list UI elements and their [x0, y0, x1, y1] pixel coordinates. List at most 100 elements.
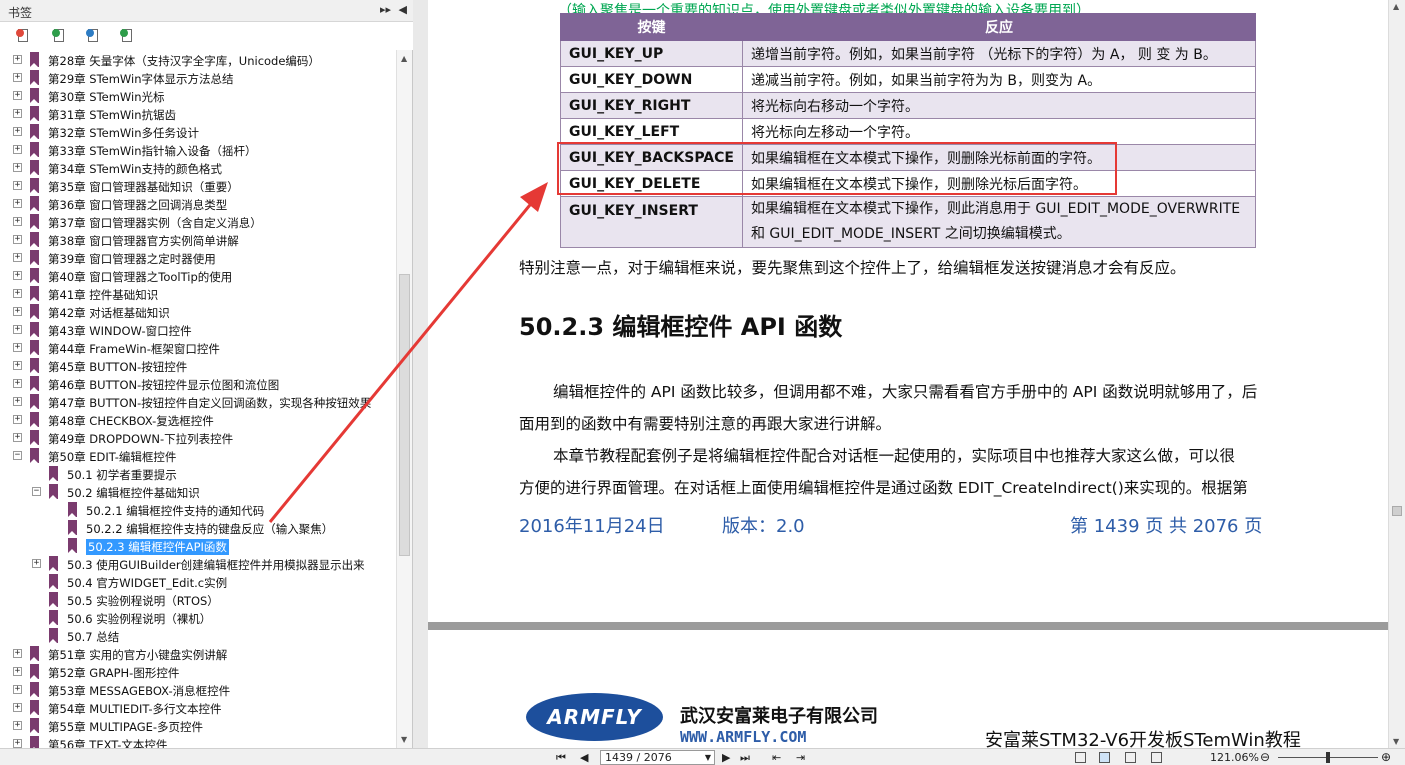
- expand-icon[interactable]: +: [13, 181, 22, 190]
- expand-icon[interactable]: +: [13, 343, 22, 352]
- prev-view-icon[interactable]: ⇤: [772, 751, 781, 764]
- bookmark-item[interactable]: + 第56章 TEXT-文本控件: [0, 735, 396, 748]
- expand-icon[interactable]: +: [13, 127, 22, 136]
- expand-icon[interactable]: +: [13, 649, 22, 658]
- bookmark-item[interactable]: + 第41章 控件基础知识: [0, 285, 396, 303]
- bookmark-item[interactable]: 50.4 官方WIDGET_Edit.c实例: [0, 573, 396, 591]
- bookmark-item[interactable]: + 第44章 FrameWin-框架窗口控件: [0, 339, 396, 357]
- zoom-slider-thumb[interactable]: [1326, 752, 1330, 763]
- expand-icon[interactable]: +: [13, 55, 22, 64]
- bookmark-item[interactable]: + 第51章 实用的官方小键盘实例讲解: [0, 645, 396, 663]
- bookmark-item[interactable]: − 50.2 编辑框控件基础知识: [0, 483, 396, 501]
- bookmark-item[interactable]: + 第36章 窗口管理器之回调消息类型: [0, 195, 396, 213]
- expand-icon[interactable]: +: [13, 685, 22, 694]
- expand-icon[interactable]: +: [13, 217, 22, 226]
- bookmark-add-icon[interactable]: [52, 28, 68, 44]
- single-page-icon[interactable]: [1075, 752, 1086, 763]
- bookmark-item[interactable]: + 第49章 DROPDOWN-下拉列表控件: [0, 429, 396, 447]
- bookmark-item[interactable]: + 第48章 CHECKBOX-复选框控件: [0, 411, 396, 429]
- expand-icon[interactable]: +: [13, 235, 22, 244]
- document-view[interactable]: （输入聚焦是一个重要的知识点，使用外置键盘或者类似外置键盘的输入设备要用到） 按…: [428, 0, 1388, 748]
- panel-splitter[interactable]: [413, 0, 428, 748]
- bookmark-item[interactable]: + 第46章 BUTTON-按钮控件显示位图和流位图: [0, 375, 396, 393]
- bookmark-scrollbar[interactable]: ▲ ▼: [396, 50, 412, 748]
- expand-icon[interactable]: +: [13, 703, 22, 712]
- expand-icon[interactable]: +: [13, 253, 22, 262]
- prev-page-icon[interactable]: ◀: [580, 751, 588, 764]
- bookmark-item[interactable]: 50.2.2 编辑框控件支持的键盘反应（输入聚焦）: [0, 519, 396, 537]
- bookmark-item[interactable]: + 第38章 窗口管理器官方实例简单讲解: [0, 231, 396, 249]
- expand-icon[interactable]: +: [13, 397, 22, 406]
- expand-icon[interactable]: +: [13, 271, 22, 280]
- expand-icon[interactable]: +: [13, 73, 22, 82]
- expand-icon[interactable]: +: [13, 433, 22, 442]
- bookmark-item[interactable]: 50.5 实验例程说明（RTOS）: [0, 591, 396, 609]
- page-number-field[interactable]: 1439 / 2076 ▼: [600, 750, 715, 765]
- expand-icon[interactable]: +: [32, 559, 41, 568]
- next-view-icon[interactable]: ⇥: [796, 751, 805, 764]
- scroll-up-icon[interactable]: ▲: [1393, 2, 1399, 11]
- scroll-down-icon[interactable]: ▼: [1393, 737, 1399, 746]
- bookmark-item[interactable]: + 第53章 MESSAGEBOX-消息框控件: [0, 681, 396, 699]
- bookmark-item[interactable]: 50.2.3 编辑框控件API函数: [0, 537, 396, 555]
- bookmark-item[interactable]: + 第34章 STemWin支持的颜色格式: [0, 159, 396, 177]
- bookmark-item[interactable]: + 第35章 窗口管理器基础知识（重要）: [0, 177, 396, 195]
- bookmark-item[interactable]: + 第54章 MULTIEDIT-多行文本控件: [0, 699, 396, 717]
- expand-icon[interactable]: +: [13, 415, 22, 424]
- bookmark-delete-icon[interactable]: [16, 28, 32, 44]
- bookmark-item[interactable]: + 第42章 对话框基础知识: [0, 303, 396, 321]
- bookmark-item[interactable]: + 第52章 GRAPH-图形控件: [0, 663, 396, 681]
- first-page-icon[interactable]: ⏮: [556, 751, 566, 765]
- bookmark-item[interactable]: + 第45章 BUTTON-按钮控件: [0, 357, 396, 375]
- bookmark-item[interactable]: + 第33章 STemWin指针输入设备（摇杆）: [0, 141, 396, 159]
- collapse-icon[interactable]: −: [13, 451, 22, 460]
- facing-page-icon[interactable]: [1125, 752, 1136, 763]
- bookmark-item[interactable]: 50.2.1 编辑框控件支持的通知代码: [0, 501, 396, 519]
- bookmark-item[interactable]: + 第28章 矢量字体（支持汉字全字库，Unicode编码）: [0, 51, 396, 69]
- bookmark-item[interactable]: + 第31章 STemWin抗锯齿: [0, 105, 396, 123]
- bookmark-item[interactable]: 50.6 实验例程说明（裸机）: [0, 609, 396, 627]
- bookmark-item[interactable]: 50.1 初学者重要提示: [0, 465, 396, 483]
- bookmark-item[interactable]: + 第29章 STemWin字体显示方法总结: [0, 69, 396, 87]
- bookmark-item[interactable]: + 第39章 窗口管理器之定时器使用: [0, 249, 396, 267]
- bookmark-expand-icon[interactable]: [86, 28, 102, 44]
- continuous-page-icon[interactable]: [1099, 752, 1110, 763]
- expand-icon[interactable]: +: [13, 199, 22, 208]
- next-page-icon[interactable]: ▶: [722, 751, 730, 764]
- double-chevron-right-icon[interactable]: ▸▸: [380, 3, 391, 16]
- bookmark-item[interactable]: 50.7 总结: [0, 627, 396, 645]
- bookmark-item[interactable]: + 第32章 STemWin多任务设计: [0, 123, 396, 141]
- expand-icon[interactable]: +: [13, 361, 22, 370]
- scrollbar-thumb[interactable]: [1392, 506, 1402, 516]
- expand-icon[interactable]: +: [13, 289, 22, 298]
- triangle-left-icon[interactable]: ◀: [399, 3, 407, 16]
- expand-icon[interactable]: +: [13, 163, 22, 172]
- zoom-out-icon[interactable]: ⊖: [1260, 750, 1270, 764]
- bookmark-properties-icon[interactable]: [120, 28, 136, 44]
- collapse-icon[interactable]: −: [32, 487, 41, 496]
- expand-icon[interactable]: +: [13, 739, 22, 748]
- document-scrollbar[interactable]: ▲ ▼: [1388, 0, 1405, 748]
- zoom-value[interactable]: 121.06%: [1210, 751, 1259, 764]
- chevron-down-icon[interactable]: ▼: [705, 751, 711, 764]
- zoom-in-icon[interactable]: ⊕: [1381, 750, 1391, 764]
- scrollbar-thumb[interactable]: [399, 274, 410, 556]
- scroll-down-icon[interactable]: ▼: [401, 735, 407, 744]
- bookmark-item[interactable]: +50.3 使用GUIBuilder创建编辑框控件并用模拟器显示出来: [0, 555, 396, 573]
- bookmark-item[interactable]: + 第37章 窗口管理器实例（含自定义消息）: [0, 213, 396, 231]
- bookmark-item[interactable]: + 第40章 窗口管理器之ToolTip的使用: [0, 267, 396, 285]
- bookmark-item[interactable]: + 第47章 BUTTON-按钮控件自定义回调函数，实现各种按钮效果: [0, 393, 396, 411]
- expand-icon[interactable]: +: [13, 667, 22, 676]
- bookmark-item[interactable]: − 第50章 EDIT-编辑框控件: [0, 447, 396, 465]
- continuous-facing-icon[interactable]: [1151, 752, 1162, 763]
- expand-icon[interactable]: +: [13, 145, 22, 154]
- bookmark-item[interactable]: + 第30章 STemWin光标: [0, 87, 396, 105]
- expand-icon[interactable]: +: [13, 91, 22, 100]
- bookmark-item[interactable]: + 第55章 MULTIPAGE-多页控件: [0, 717, 396, 735]
- expand-icon[interactable]: +: [13, 325, 22, 334]
- expand-icon[interactable]: +: [13, 109, 22, 118]
- expand-icon[interactable]: +: [13, 721, 22, 730]
- scroll-up-icon[interactable]: ▲: [401, 54, 407, 63]
- last-page-icon[interactable]: ⏭: [740, 751, 750, 765]
- bookmark-item[interactable]: + 第43章 WINDOW-窗口控件: [0, 321, 396, 339]
